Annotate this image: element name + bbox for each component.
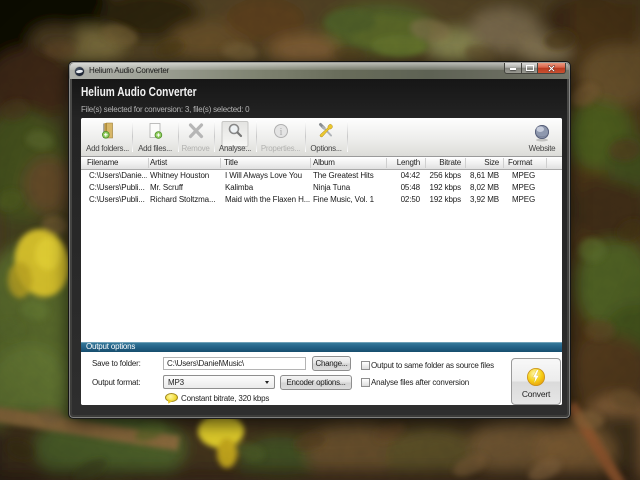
svg-text:i: i [279, 127, 282, 138]
